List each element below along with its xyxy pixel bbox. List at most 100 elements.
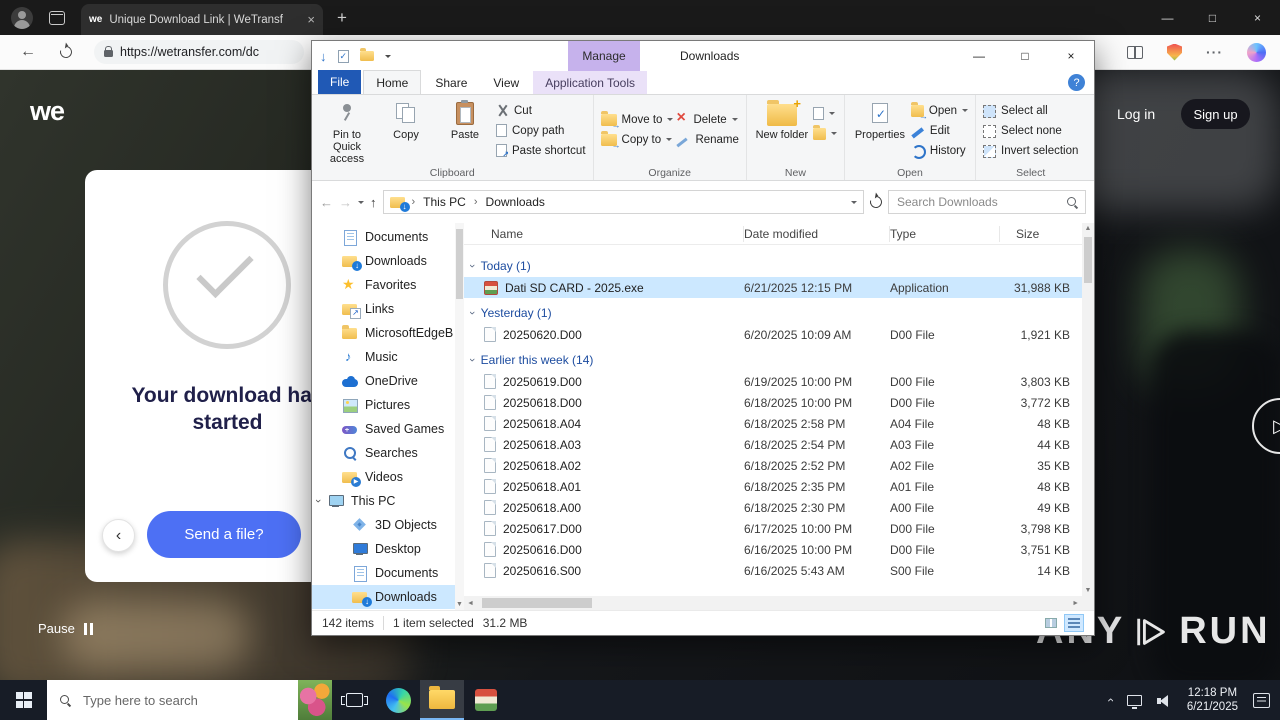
file-row-20250618-a02[interactable]: 20250618.A02 6/18/2025 2:52 PM A02 File 35 … [464, 455, 1082, 476]
paste-shortcut-button[interactable]: Paste shortcut [496, 143, 586, 159]
sidebar-item-downloads[interactable]: Downloads [312, 249, 464, 273]
taskbar-explorer-button[interactable] [420, 680, 464, 720]
tab-home[interactable]: Home [363, 70, 422, 94]
file-row-20250618-a04[interactable]: 20250618.A04 6/18/2025 2:58 PM A04 File 48 … [464, 413, 1082, 434]
search-input[interactable] [895, 194, 1062, 210]
collapse-chevron-icon[interactable]: › [466, 358, 478, 362]
carousel-back-button[interactable]: ‹ [102, 519, 135, 552]
tab-close-icon[interactable]: × [307, 12, 315, 27]
details-view-button[interactable] [1064, 614, 1084, 632]
taskbar-edge-button[interactable] [376, 680, 420, 720]
browser-back-icon[interactable]: ← [20, 43, 36, 61]
browser-maximize-button[interactable]: □ [1190, 0, 1235, 35]
collapse-chevron-icon[interactable]: › [466, 311, 478, 315]
sidebar-item-documents[interactable]: Documents [312, 225, 464, 249]
sidebar-item-microsoftedgeb[interactable]: MicrosoftEdgeB [312, 321, 464, 345]
taskbar-clock[interactable]: 12:18 PM 6/21/2025 [1187, 686, 1238, 714]
new-folder-button[interactable]: New folder [754, 96, 810, 142]
qat-new-folder-icon[interactable] [359, 48, 374, 61]
sidebar-item-searches[interactable]: Searches [312, 441, 464, 465]
sidebar-item-downloads[interactable]: Downloads [312, 585, 464, 609]
sidebar-item-this-pc[interactable]: › This PC [312, 489, 464, 513]
explorer-close-button[interactable]: × [1048, 41, 1094, 71]
explorer-titlebar[interactable]: ↓ Manage Downloads — □ × [312, 41, 1094, 71]
easy-access-button[interactable] [812, 124, 837, 141]
select-none-button[interactable]: Select none [983, 123, 1078, 138]
workspace-icon[interactable] [49, 10, 65, 25]
horizontal-scrollbar[interactable]: ◄ ► [464, 596, 1082, 610]
group-header[interactable]: › Yesterday (1) [464, 302, 1082, 324]
column-header-type[interactable]: Type [890, 225, 1000, 242]
copy-to-button[interactable]: Copy to [600, 130, 674, 150]
sidebar-item-favorites[interactable]: Favorites [312, 273, 464, 297]
vertical-scrollbar[interactable]: ▲ ▼ [1082, 223, 1094, 596]
invert-selection-button[interactable]: Invert selection [983, 143, 1078, 158]
sidebar-scrollbar[interactable]: ▼ [455, 223, 464, 610]
nav-history-chevron-icon[interactable] [358, 200, 364, 207]
sidebar-item-links[interactable]: Links [312, 297, 464, 321]
sidebar-item-music[interactable]: Music [312, 345, 464, 369]
profile-avatar-icon[interactable] [11, 6, 33, 29]
nav-back-icon[interactable]: ← [320, 195, 333, 210]
send-a-file-button[interactable]: Send a file? [147, 511, 301, 558]
tab-file[interactable]: File [318, 70, 362, 94]
copilot-icon[interactable] [1247, 42, 1266, 62]
sidebar-item-onedrive[interactable]: OneDrive [312, 369, 464, 393]
sidebar-item-desktop[interactable]: Desktop [312, 537, 464, 561]
sidebar-item-3d-objects[interactable]: 3D Objects [312, 513, 464, 537]
browser-menu-icon[interactable]: ··· [1206, 44, 1223, 60]
search-highlight-image[interactable] [298, 680, 332, 720]
sidebar-item-pictures[interactable]: Pictures [312, 393, 464, 417]
sidebar-item-saved-games[interactable]: Saved Games [312, 417, 464, 441]
help-icon[interactable]: ? [1068, 74, 1085, 91]
file-row-20250619-d00[interactable]: 20250619.D00 6/19/2025 10:00 PM D00 File 3,… [464, 371, 1082, 392]
expand-chevron-icon[interactable]: › [312, 499, 324, 503]
rename-button[interactable]: Rename [676, 132, 738, 147]
select-all-button[interactable]: Select all [983, 103, 1078, 118]
pause-background-button[interactable]: Pause [38, 621, 93, 636]
new-item-button[interactable] [812, 106, 837, 121]
qat-properties-icon[interactable] [337, 49, 349, 63]
properties-button[interactable]: Properties [852, 98, 908, 141]
breadcrumb-downloads[interactable]: Downloads [483, 195, 548, 209]
paste-button[interactable]: Paste [437, 98, 493, 141]
action-center-icon[interactable] [1253, 692, 1270, 708]
collapse-chevron-icon[interactable]: › [466, 264, 478, 268]
search-icon[interactable] [1066, 196, 1079, 209]
tab-application-tools[interactable]: Application Tools [533, 71, 648, 94]
nav-forward-icon[interactable]: → [339, 195, 352, 210]
copy-button[interactable]: Copy [378, 98, 434, 141]
explorer-maximize-button[interactable]: □ [1002, 41, 1048, 71]
tab-view[interactable]: View [481, 71, 531, 94]
collections-icon[interactable] [1127, 45, 1143, 59]
volume-icon[interactable] [1156, 694, 1172, 707]
browser-refresh-icon[interactable] [57, 43, 75, 61]
refresh-icon[interactable] [867, 193, 885, 211]
copy-path-button[interactable]: Copy path [496, 123, 586, 138]
group-header[interactable]: › Earlier this week (14) [464, 349, 1082, 371]
file-row-20250620-d00[interactable]: 20250620.D00 6/20/2025 10:09 AM D00 File 1,… [464, 324, 1082, 345]
history-button[interactable]: History [911, 143, 968, 159]
taskbar-app-button[interactable] [464, 680, 508, 720]
group-header[interactable]: › Today (1) [464, 255, 1082, 277]
pin-to-quick-access-button[interactable]: Pin to Quick access [319, 98, 375, 165]
column-header-size[interactable]: Size [1000, 226, 1078, 242]
extension-shield-icon[interactable] [1167, 43, 1182, 61]
taskbar-search-input[interactable] [81, 691, 289, 709]
nav-up-icon[interactable]: ↑ [370, 195, 377, 210]
task-view-button[interactable] [332, 680, 376, 720]
browser-minimize-button[interactable]: — [1145, 0, 1190, 35]
move-to-button[interactable]: Move to [600, 110, 674, 130]
wetransfer-logo[interactable]: we [30, 96, 65, 127]
sidebar-item-videos[interactable]: Videos [312, 465, 464, 489]
file-row-dati-sd-card-2025-exe[interactable]: Dati SD CARD - 2025.exe 6/21/2025 12:15 P… [464, 277, 1082, 298]
file-row-20250617-d00[interactable]: 20250617.D00 6/17/2025 10:00 PM D00 File 3,… [464, 518, 1082, 539]
sidebar-item-documents[interactable]: Documents [312, 561, 464, 585]
address-dropdown-chevron-icon[interactable] [851, 200, 857, 207]
file-row-20250618-a01[interactable]: 20250618.A01 6/18/2025 2:35 PM A01 File 48 … [464, 476, 1082, 497]
signup-button[interactable]: Sign up [1181, 99, 1250, 129]
edit-button[interactable]: Edit [911, 123, 968, 138]
path-field[interactable]: › This PC › Downloads [382, 190, 864, 214]
thumbnail-view-button[interactable] [1041, 614, 1061, 632]
file-row-20250618-d00[interactable]: 20250618.D00 6/18/2025 10:00 PM D00 File 3,… [464, 392, 1082, 413]
